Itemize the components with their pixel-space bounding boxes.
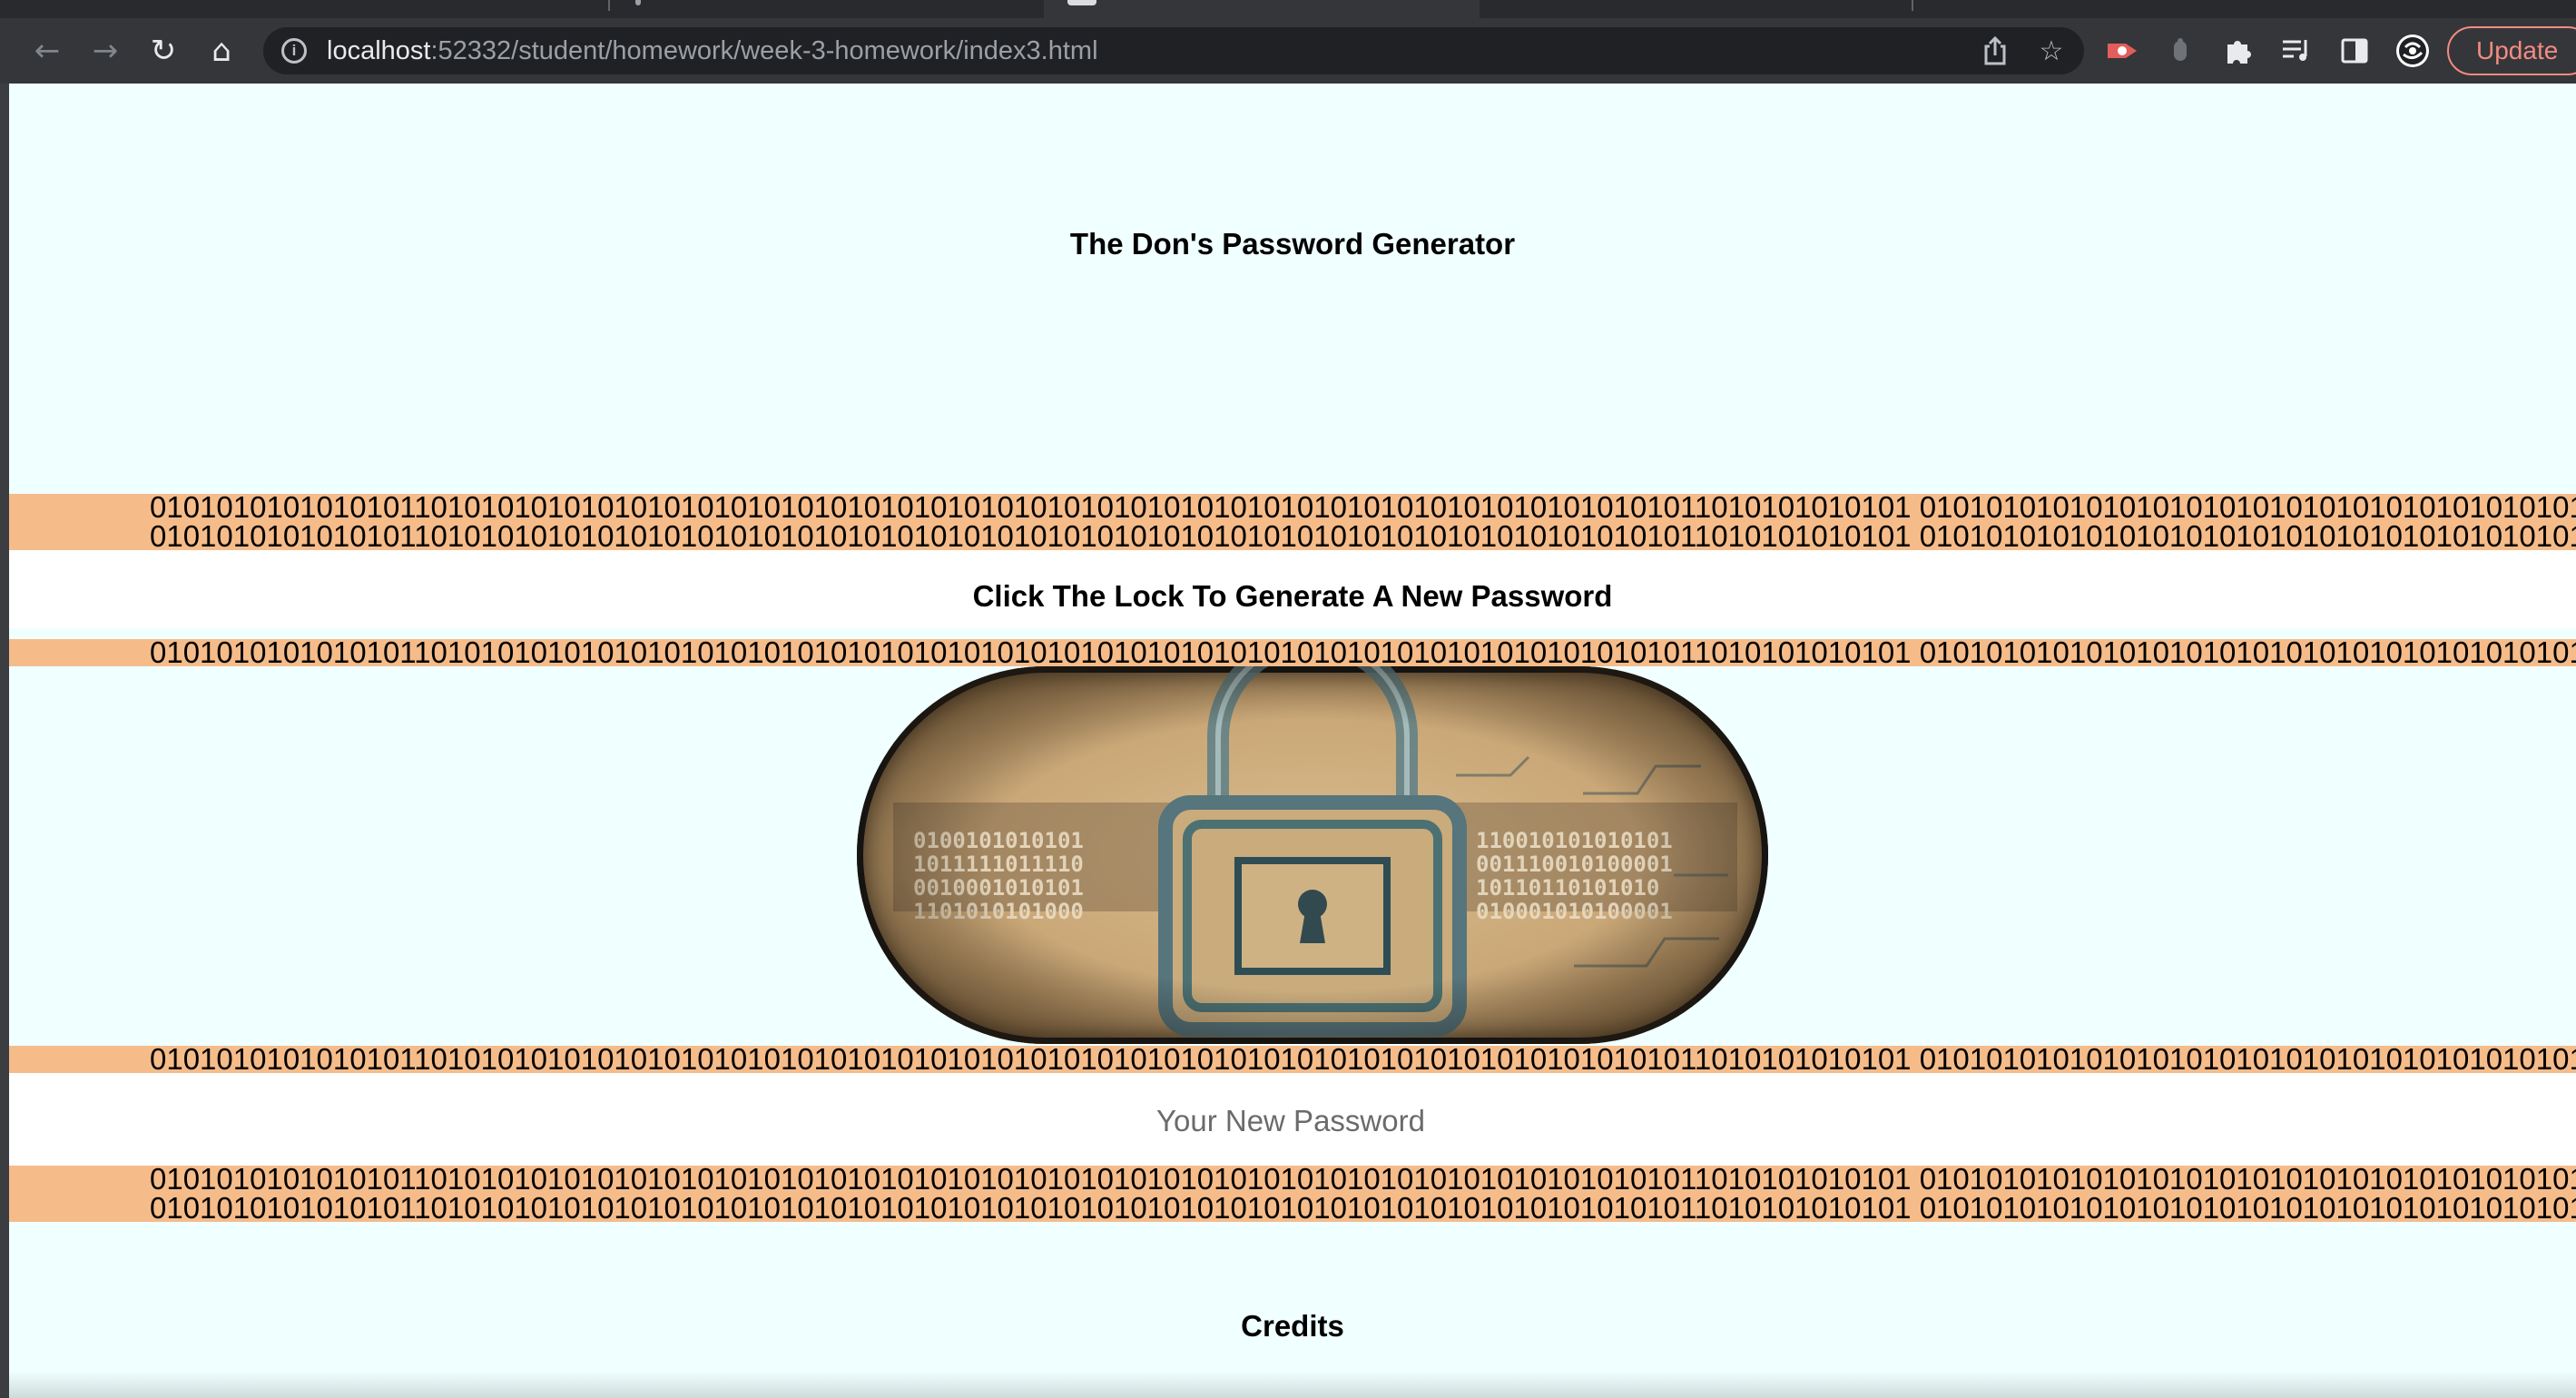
url-host: localhost <box>327 35 431 65</box>
binary-text: 0101010101010101101010101010101010101010… <box>150 490 2576 524</box>
binary-text: 0101010101010101101010101010101010101010… <box>150 1191 2576 1225</box>
tab-divider <box>1912 0 1913 11</box>
address-bar[interactable]: i localhost:52332/student/homework/week-… <box>263 27 2084 74</box>
tab-strip <box>0 0 2576 18</box>
instruction-heading: Click The Lock To Generate A New Passwor… <box>972 579 1613 613</box>
share-icon[interactable] <box>1971 27 2019 74</box>
url-path: :52332/student/homework/week-3-homework/… <box>430 35 1098 65</box>
dim-extension-icon[interactable] <box>2155 18 2206 84</box>
viewport-edge <box>0 84 9 1398</box>
binary-banner: 0101010101010101101010101010101010101010… <box>9 1042 2576 1076</box>
arrow-left-icon[interactable]: ← <box>22 18 73 84</box>
binary-banner: 0101010101010101101010101010101010101010… <box>9 635 2576 669</box>
info-icon[interactable]: i <box>281 38 307 64</box>
binary-text: 0101010101010101101010101010101010101010… <box>150 635 2576 669</box>
update-button[interactable]: Update <box>2447 26 2576 75</box>
arrow-right-icon[interactable]: → <box>80 18 131 84</box>
credits-heading: Credits <box>1241 1309 1344 1343</box>
binary-text: 0101010101010101101010101010101010101010… <box>150 1162 2576 1196</box>
binary-banner: 0101010101010101101010101010101010101010… <box>9 490 2576 553</box>
binary-text: 0101010101010101101010101010101010101010… <box>150 519 2576 553</box>
puzzle-icon[interactable] <box>2213 18 2264 84</box>
binary-text: 0101010101010101101010101010101010101010… <box>150 1042 2576 1076</box>
home-icon[interactable]: ⌂ <box>196 18 247 84</box>
record-extension-icon[interactable] <box>2097 18 2148 84</box>
browser-tab[interactable] <box>0 0 1044 18</box>
password-output-field[interactable] <box>1017 1100 1565 1142</box>
url-text[interactable]: localhost:52332/student/homework/week-3-… <box>327 36 1098 66</box>
generate-password-lock-button[interactable]: 0100101010101 1011111011110 001000101010… <box>857 666 1768 1044</box>
binary-banner: 0101010101010101101010101010101010101010… <box>9 1162 2576 1225</box>
tab-divider <box>608 0 610 11</box>
profile-icon[interactable] <box>2387 18 2438 84</box>
reload-icon[interactable]: ↻ <box>138 18 189 84</box>
tab-favicon-icon <box>1067 0 1096 5</box>
side-panel-icon[interactable] <box>2329 18 2380 84</box>
lock-icon: 0100101010101 1011111011110 001000101010… <box>857 666 1768 1044</box>
star-icon[interactable]: ☆ <box>2028 27 2075 74</box>
page-viewport: The Don's Password Generator 01010101010… <box>9 84 2576 1398</box>
browser-tab[interactable] <box>1480 0 2576 18</box>
footer-shadow <box>9 1371 2576 1398</box>
tab-favicon-icon <box>635 0 641 5</box>
browser-tab-active[interactable] <box>1044 0 1480 18</box>
page-title: The Don's Password Generator <box>1069 227 1516 261</box>
media-list-icon[interactable] <box>2271 18 2322 84</box>
browser-toolbar: ← → ↻ ⌂ i localhost:52332/student/homewo… <box>0 18 2576 84</box>
